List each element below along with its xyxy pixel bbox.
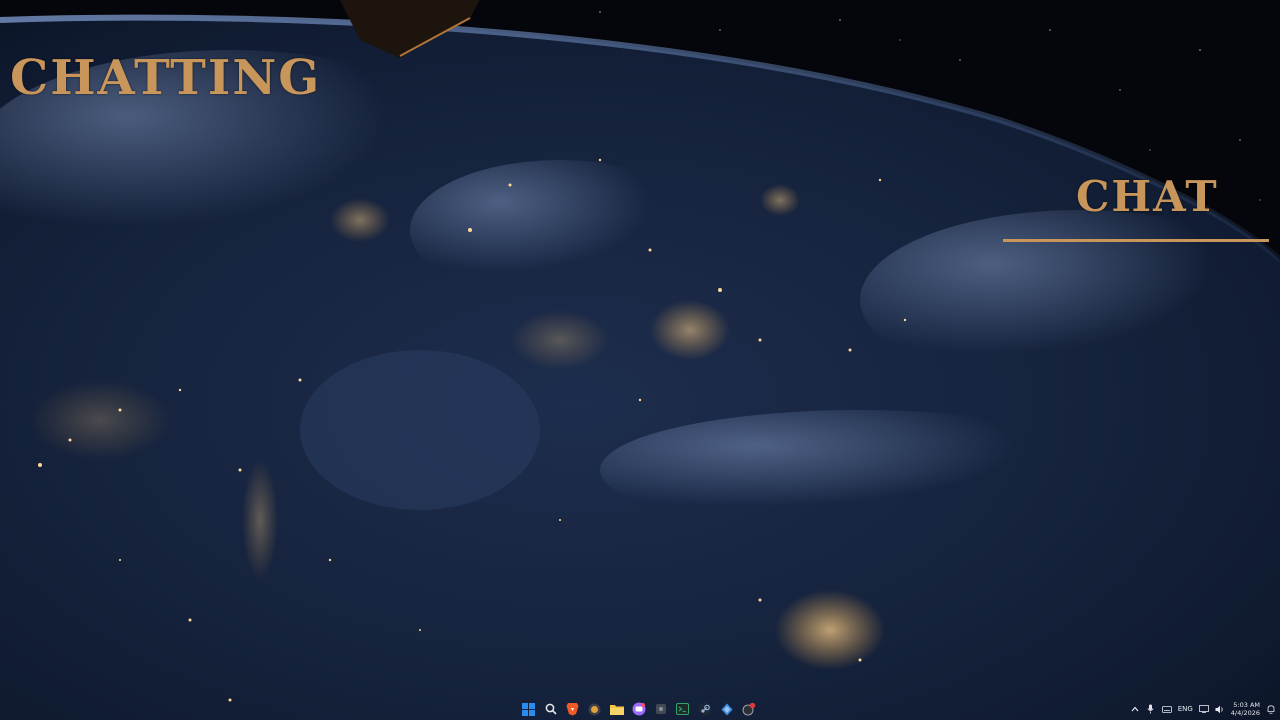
- windows-start-icon[interactable]: [520, 701, 537, 718]
- notification-icon[interactable]: [1266, 704, 1276, 714]
- red-badge-app-icon[interactable]: [740, 701, 757, 718]
- chat-widget-divider: [1003, 239, 1269, 242]
- volume-icon[interactable]: [1215, 704, 1225, 714]
- system-tray: ENG 5:03 AM 4/4/2026: [1130, 698, 1276, 720]
- keyboard-icon[interactable]: [1161, 704, 1172, 714]
- chatting-widget-title: CHATTING: [10, 50, 322, 106]
- language-indicator[interactable]: ENG: [1178, 705, 1193, 713]
- search-icon[interactable]: [542, 701, 559, 718]
- chat-widget-title: CHAT: [1076, 172, 1219, 221]
- chat-app-icon[interactable]: [630, 701, 647, 718]
- terminal-icon[interactable]: [674, 701, 691, 718]
- microphone-icon[interactable]: [1146, 704, 1156, 714]
- taskbar-app-list: [520, 698, 757, 720]
- dark-app-icon[interactable]: [652, 701, 669, 718]
- circle-app-icon[interactable]: [586, 701, 603, 718]
- brave-browser-icon[interactable]: [564, 701, 581, 718]
- diamond-app-icon[interactable]: [718, 701, 735, 718]
- taskbar: ENG 5:03 AM 4/4/2026: [0, 698, 1280, 720]
- steam-icon[interactable]: [696, 701, 713, 718]
- taskbar-clock[interactable]: 5:03 AM 4/4/2026: [1231, 701, 1260, 717]
- folder-icon[interactable]: [608, 701, 625, 718]
- clock-date: 4/4/2026: [1230, 709, 1260, 717]
- desktop-wallpaper: [0, 0, 1280, 720]
- clock-time: 5:03 AM: [1233, 701, 1260, 709]
- chevron-up-icon[interactable]: [1130, 704, 1140, 714]
- network-icon[interactable]: [1198, 704, 1209, 714]
